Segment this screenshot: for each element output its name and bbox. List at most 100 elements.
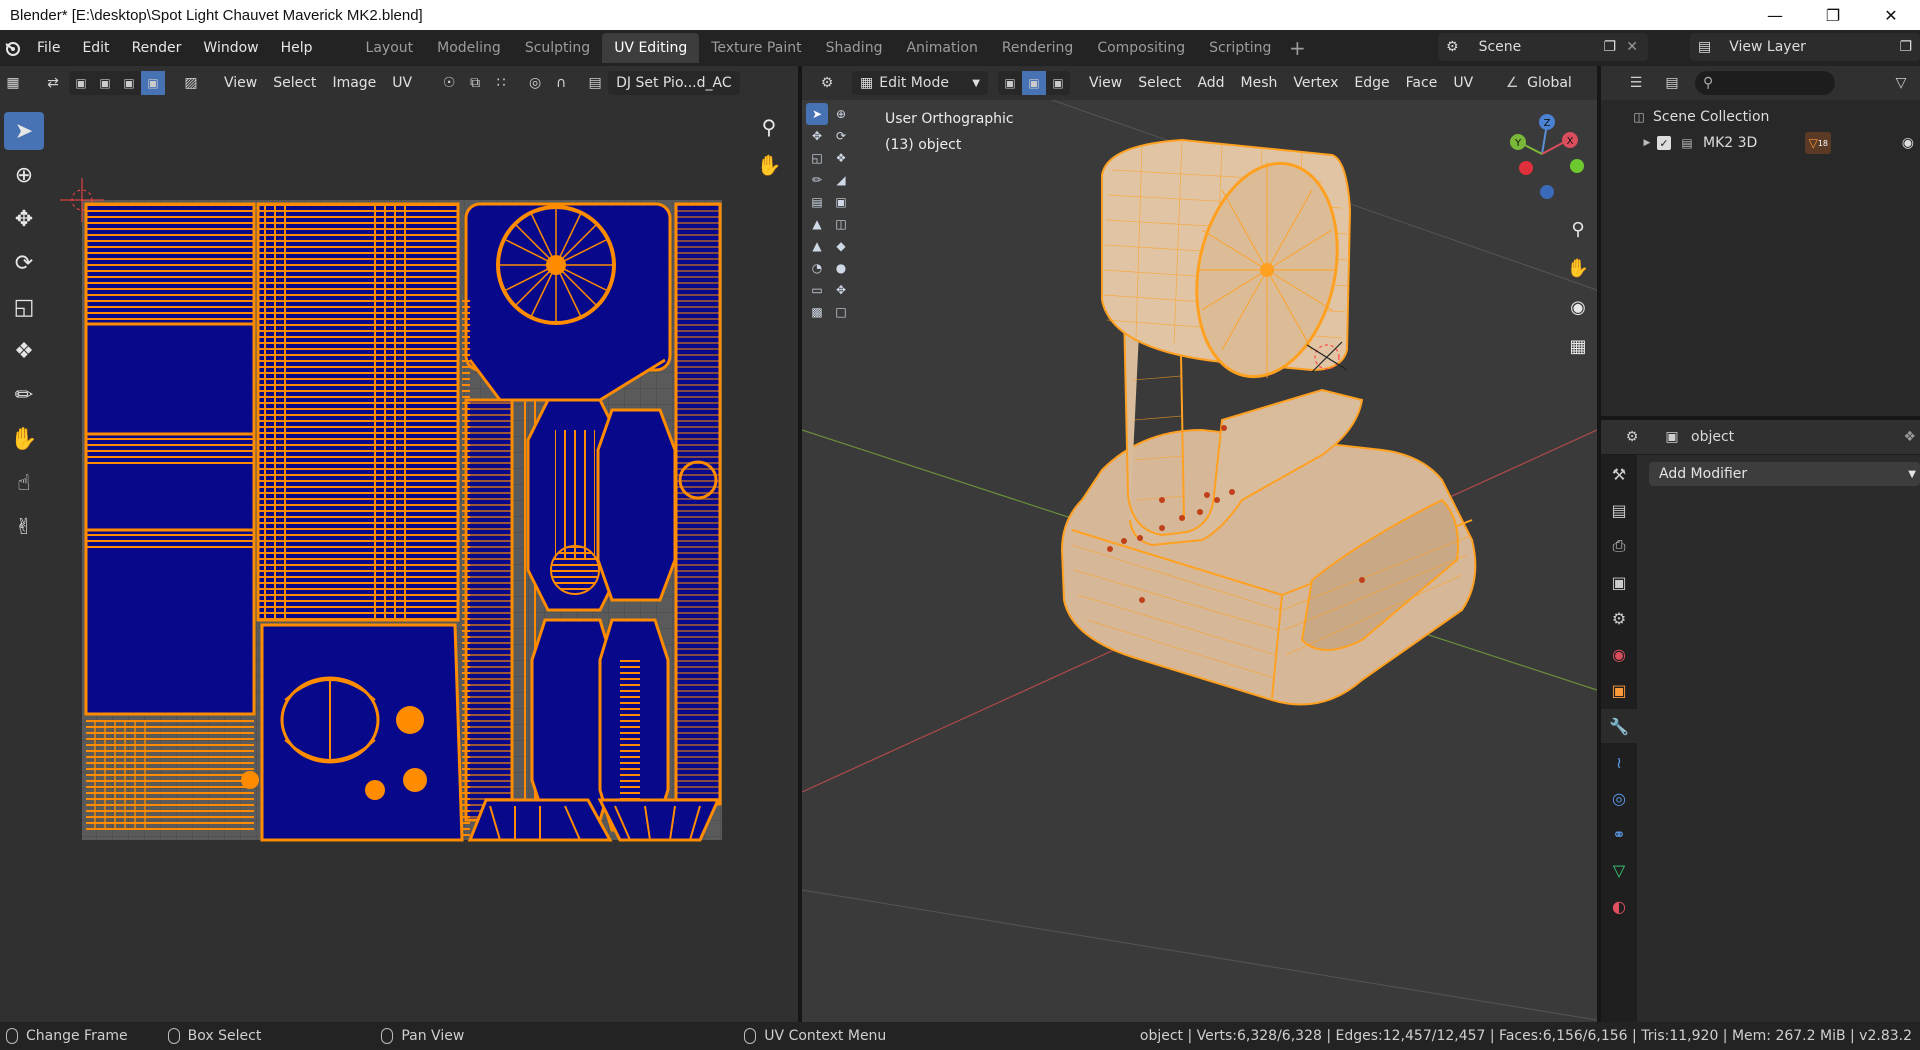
scene-name: Scene [1478, 39, 1522, 55]
image-name-field[interactable]: DJ Set Pio...d_AC [608, 71, 740, 95]
object-tab-icon[interactable]: ▣ [1601, 673, 1637, 707]
scene-selector[interactable]: ⚙ Scene ❐ ✕ [1438, 33, 1648, 61]
expand-arrow-icon[interactable]: ▶ [1637, 138, 1657, 148]
edge-mode-icon[interactable]: ▣ [1022, 71, 1046, 95]
grid-view-icon[interactable]: ▦ [1561, 329, 1595, 363]
add-workspace-button[interactable]: + [1283, 34, 1311, 62]
transform-orientation-icon[interactable]: ∠ [1499, 71, 1525, 95]
vp-menu-edge[interactable]: Edge [1346, 71, 1397, 95]
sticky-select-icon[interactable]: ▨ [178, 71, 204, 95]
tab-uv-editing[interactable]: UV Editing [602, 33, 700, 63]
tab-rendering[interactable]: Rendering [990, 33, 1086, 63]
tab-modeling[interactable]: Modeling [425, 33, 513, 63]
uv-menu-select[interactable]: Select [265, 71, 324, 95]
tab-shading[interactable]: Shading [814, 33, 895, 63]
vp-menu-uv[interactable]: UV [1445, 71, 1481, 95]
vertex-select-icon[interactable]: ▣ [69, 71, 93, 95]
tool-tab-icon[interactable]: ⚒ [1601, 457, 1637, 491]
outliner-row-scene-collection[interactable]: ◫ Scene Collection [1601, 104, 1920, 130]
vp-menu-vertex[interactable]: Vertex [1285, 71, 1346, 95]
modifier-tab-icon[interactable]: 🔧 [1601, 709, 1637, 743]
particles-tab-icon[interactable]: ≀ [1601, 745, 1637, 779]
render-tab-icon[interactable]: ▤ [1601, 493, 1637, 527]
close-button[interactable]: ✕ [1862, 0, 1920, 30]
uv-menu-uv[interactable]: UV [384, 71, 420, 95]
x-axis-label: X [1567, 136, 1574, 147]
material-tab-icon[interactable]: ◐ [1601, 889, 1637, 923]
uv-menu-image[interactable]: Image [324, 71, 384, 95]
vp-menu-view[interactable]: View [1081, 71, 1130, 95]
snap-icon[interactable]: ⧉ [462, 71, 488, 95]
pin-icon[interactable]: ❖ [1903, 429, 1916, 445]
properties-panel[interactable] [1601, 455, 1920, 1022]
restore-button[interactable]: ❐ [1804, 0, 1862, 30]
tab-layout[interactable]: Layout [354, 33, 426, 63]
pan-hand-icon[interactable]: ✋ [1561, 251, 1595, 285]
outliner[interactable]: ◫ Scene Collection ▶ ✓ ▤ MK2 3D ▽ 18 ◉ [1601, 100, 1920, 416]
tab-sculpting[interactable]: Sculpting [513, 33, 602, 63]
delete-scene-icon[interactable]: ✕ [1626, 39, 1638, 55]
menu-edit[interactable]: Edit [71, 30, 120, 66]
minimize-button[interactable]: — [1746, 0, 1804, 30]
world-tab-icon[interactable]: ◉ [1601, 637, 1637, 671]
vp-menu-select[interactable]: Select [1130, 71, 1189, 95]
outliner-search-input[interactable]: ⚲ [1695, 71, 1835, 95]
eye-icon[interactable]: ◉ [1902, 135, 1914, 151]
outliner-row-mk2[interactable]: ▶ ✓ ▤ MK2 3D ▽ 18 ◉ [1601, 130, 1920, 156]
face-select-icon[interactable]: ▣ [117, 71, 141, 95]
vp-menu-mesh[interactable]: Mesh [1233, 71, 1286, 95]
output-tab-icon[interactable]: ⎙ [1601, 529, 1637, 563]
falloff-icon[interactable]: ∩ [548, 71, 574, 95]
proportional-edit-icon[interactable]: ◎ [522, 71, 548, 95]
scene-tab-icon[interactable]: ⚙ [1601, 601, 1637, 635]
uv-menu-view[interactable]: View [216, 71, 265, 95]
data-tab-icon[interactable]: ▽ [1601, 853, 1637, 887]
properties-type-icon[interactable]: ⚙ [1619, 425, 1645, 449]
mk2-label: MK2 3D [1703, 135, 1758, 151]
island-select-icon[interactable]: ▣ [141, 71, 165, 95]
physics-tab-icon[interactable]: ◎ [1601, 781, 1637, 815]
axis-gizmo[interactable]: Z Y X [1497, 112, 1587, 212]
constraints-tab-icon[interactable]: ⚭ [1601, 817, 1637, 851]
tab-scripting[interactable]: Scripting [1197, 33, 1283, 63]
editor-type-icon[interactable]: ▦ [0, 71, 26, 95]
new-scene-icon[interactable]: ❐ [1603, 39, 1616, 55]
mouse-middle-icon [381, 1028, 394, 1044]
add-modifier-dropdown[interactable]: Add Modifier ▼ [1649, 462, 1920, 486]
view-layer-selector[interactable]: ▤ View Layer ❐ [1690, 33, 1920, 61]
image-browse-icon[interactable]: ▤ [582, 71, 608, 95]
vp-menu-add[interactable]: Add [1189, 71, 1232, 95]
zoom-icon[interactable]: ⚲ [1561, 212, 1595, 246]
vertex-mode-icon[interactable]: ▣ [998, 71, 1022, 95]
uv-layout-canvas[interactable] [0, 100, 798, 1022]
mesh-data-icon[interactable]: ▽ 18 [1805, 132, 1832, 154]
menu-file[interactable]: File [26, 30, 71, 66]
editor-type-3d-icon[interactable]: ⚙ [814, 71, 840, 95]
edge-select-icon[interactable]: ▣ [93, 71, 117, 95]
menu-render[interactable]: Render [121, 30, 193, 66]
blender-logo-icon[interactable] [0, 30, 26, 66]
view-layer-tab-icon[interactable]: ▣ [1601, 565, 1637, 599]
filter-icon[interactable]: ▽ [1888, 71, 1914, 95]
uv-editor[interactable]: ➤ ⊕ ✥ ⟳ ◱ ❖ ✏ ✋ ☝ ✌ ⚲ ✋ [0, 100, 798, 1022]
tab-texture-paint[interactable]: Texture Paint [699, 33, 813, 63]
display-mode-icon[interactable]: ▤ [1659, 71, 1685, 95]
tab-animation[interactable]: Animation [894, 33, 989, 63]
menu-help[interactable]: Help [270, 30, 324, 66]
camera-icon[interactable]: ◉ [1561, 290, 1595, 324]
orientation-label[interactable]: Global [1525, 71, 1580, 95]
mode-dropdown[interactable]: ▦ Edit Mode ▼ [852, 71, 988, 95]
new-view-layer-icon[interactable]: ❐ [1899, 39, 1912, 55]
include-checkbox[interactable]: ✓ [1657, 136, 1671, 150]
menu-window[interactable]: Window [192, 30, 269, 66]
tab-compositing[interactable]: Compositing [1085, 33, 1197, 63]
face-mode-icon[interactable]: ▣ [1046, 71, 1070, 95]
snap-grid-icon[interactable]: ∷ [488, 71, 514, 95]
mesh-render[interactable] [802, 100, 1597, 1022]
vp-menu-face[interactable]: Face [1398, 71, 1446, 95]
3d-viewport[interactable]: ➤ ⊕ ✥ ⟳ ◱ ❖ ✏ ◢ ▤ ▣ ▲ ◫ ▲ ◆ ◔ ● ▭ ✥ ▩ □ … [802, 100, 1597, 1022]
outliner-type-icon[interactable]: ☰ [1623, 71, 1649, 95]
y-axis-label: Y [1514, 138, 1522, 149]
pivot-icon[interactable]: ☉ [436, 71, 462, 95]
sync-selection-icon[interactable]: ⇄ [40, 71, 66, 95]
